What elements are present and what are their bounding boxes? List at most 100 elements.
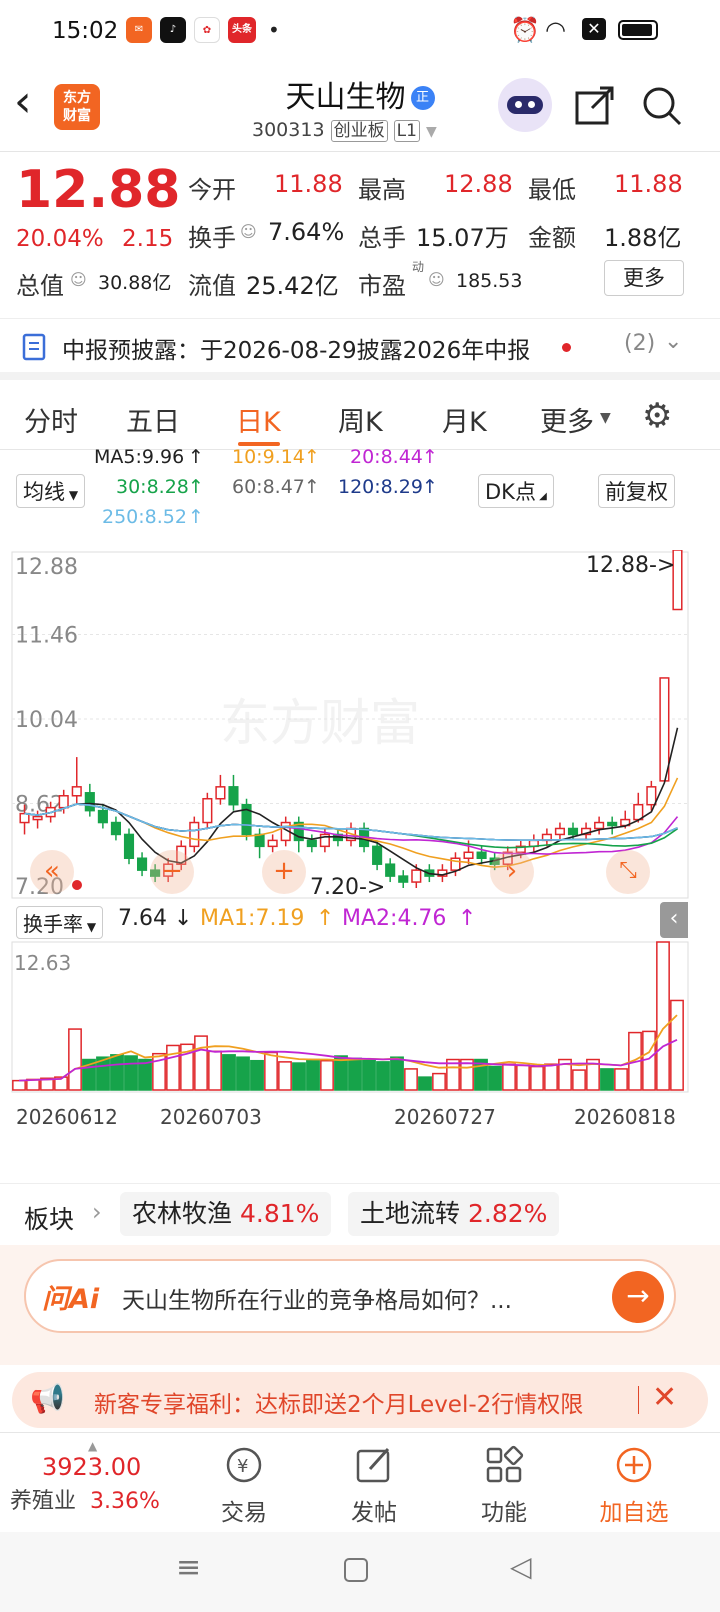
dk-button[interactable]: DK点 ◢ <box>478 474 554 508</box>
battery-icon <box>618 20 658 40</box>
candle-body <box>659 677 670 782</box>
pe-value: 185.53 <box>456 270 523 292</box>
turnover-ma1: MA1:7.19 <box>200 906 305 931</box>
info-icon[interactable]: ☺ <box>240 222 257 241</box>
dropdown-icon[interactable]: ▼ <box>426 124 437 140</box>
fullscreen-icon[interactable]: ⤡ <box>606 850 650 894</box>
watermark: 东方财富 <box>220 694 420 752</box>
collapse-panel-icon[interactable]: ‹ <box>660 902 688 938</box>
nav-back-icon[interactable]: ◁ <box>510 1550 532 1583</box>
candle-body <box>607 821 618 827</box>
tab-monthly[interactable]: 月K <box>442 400 487 439</box>
indicator-caret-icon: ▼ <box>83 920 97 934</box>
high-value: 12.88 <box>444 170 513 198</box>
dk-label: DK点 <box>485 480 536 504</box>
tab-minute[interactable]: 分时 <box>24 400 78 439</box>
ai-question-box[interactable]: 问Ai 天山生物所在行业的竞争格局如何？... → <box>24 1259 676 1333</box>
period-tabs: 分时 五日 日K 周K 月K 更多 ▼ ⚙ <box>0 382 720 450</box>
scroll-right-icon[interactable]: › <box>490 850 534 894</box>
trade-button[interactable]: ¥ 交易 <box>194 1445 294 1527</box>
dk-corner-icon: ◢ <box>535 491 547 502</box>
sector-label: 板块 <box>24 1205 75 1234</box>
turnover-bar <box>166 1044 180 1091</box>
tab-more-caret-icon: ▼ <box>600 410 611 426</box>
function-button[interactable]: 功能 <box>454 1445 554 1527</box>
ma20-arrow-icon: ↑ <box>422 446 438 468</box>
turnover-bar <box>250 1059 264 1091</box>
ma10-arrow-icon: ↑ <box>304 446 320 468</box>
turnover-bar <box>194 1035 208 1091</box>
ma-selector[interactable]: 均线 ▼ <box>16 474 86 508</box>
settings-gear-icon[interactable]: ⚙ <box>642 396 672 436</box>
candle-body <box>189 821 200 848</box>
tab-5day[interactable]: 五日 <box>126 400 180 439</box>
tab-more[interactable]: 更多 <box>540 400 594 439</box>
menu-icon[interactable]: ≡ <box>176 1550 201 1585</box>
turnover-value: 7.64% <box>268 218 345 246</box>
indicator-selector[interactable]: 换手率 ▼ <box>16 906 104 939</box>
turnover-bar <box>236 1056 250 1091</box>
candle-body <box>202 797 213 824</box>
chevron-down-icon[interactable]: ⌄ <box>664 329 682 354</box>
more-button[interactable]: 更多 <box>604 260 684 296</box>
promo-divider <box>638 1386 639 1414</box>
ma5-label: MA5:9.96 <box>94 446 185 468</box>
turnover-bar <box>124 1055 138 1091</box>
high-annotation: 12.88-> <box>586 553 675 578</box>
search-icon[interactable] <box>640 84 684 128</box>
y-tick-label: 10.04 <box>15 708 78 733</box>
date-label-2: 20260703 <box>160 1105 262 1129</box>
turnover-bar <box>670 999 684 1091</box>
index-widget[interactable]: ▲ 3923.00 养殖业 3.36% <box>10 1439 190 1515</box>
turnover-bar <box>544 1063 558 1091</box>
adjust-button[interactable]: 前复权 <box>598 474 675 508</box>
change-percent: 20.04% <box>16 226 104 252</box>
report-notice[interactable]: 中报预披露：于2026-08-29披露2026年中报 (2) ⌄ <box>0 318 720 380</box>
y-tick-label: 12.88 <box>15 555 78 580</box>
candle-body <box>97 809 108 824</box>
indicator-label: 换手率 <box>23 912 83 936</box>
mcap-info-icon[interactable]: ☺ <box>70 270 87 289</box>
low-value: 11.88 <box>614 170 683 198</box>
turnover-bar <box>516 1064 530 1091</box>
tab-weekly[interactable]: 周K <box>338 400 383 439</box>
edit-icon <box>356 1447 390 1483</box>
turnover-indicator[interactable]: 换手率 ▼ 7.64 ↓ MA1:7.19 ↑ MA2:4.76 ↑ ‹ 12.… <box>0 902 720 1180</box>
turnover-bar <box>432 1072 446 1091</box>
back-icon[interactable]: ‹ <box>14 76 32 127</box>
candle-body <box>554 827 566 836</box>
tab-daily[interactable]: 日K <box>236 400 281 439</box>
candle-body <box>385 863 396 877</box>
chevron-right-icon[interactable]: › <box>92 1198 102 1226</box>
sector-chip-2[interactable]: 土地流转 2.82% <box>348 1192 560 1236</box>
sector-chip-1[interactable]: 农林牧渔 4.81% <box>120 1192 332 1236</box>
zoom-in-icon[interactable]: + <box>262 850 306 894</box>
kline-chart[interactable]: 东方财富 12.88 11.46 10.04 8.62 7.20 12.88-> 7.20… <box>0 549 720 930</box>
ai-send-arrow-icon[interactable]: → <box>612 1271 664 1323</box>
post-button[interactable]: 发帖 <box>324 1445 424 1527</box>
home-icon[interactable] <box>344 1558 368 1582</box>
ai-logo: 问Ai <box>42 1284 100 1315</box>
turnover-bar <box>530 1065 544 1091</box>
y-tick-label: 11.46 <box>15 624 78 649</box>
candle-body <box>123 833 135 859</box>
close-icon[interactable]: ✕ <box>652 1380 677 1415</box>
share-icon[interactable] <box>574 84 616 126</box>
pe-info-icon[interactable]: ☺ <box>428 270 445 289</box>
turnover-ma2: MA2:4.76 <box>342 906 447 931</box>
status-bar: 15:02 ✉ ♪ ✿ 头条 • ⏰ ◠ ✕ <box>0 0 720 62</box>
promo-banner[interactable]: 📢 新客专享福利：达标即送2个月Level-2行情权限 ✕ <box>12 1372 708 1428</box>
zoom-out-icon[interactable]: − <box>150 850 194 894</box>
volume-value: 15.07万 <box>416 224 509 252</box>
amount-value: 1.88亿 <box>604 224 682 252</box>
candle-body <box>228 786 239 806</box>
eastmoney-logo[interactable]: 东方 财富 <box>54 84 100 130</box>
assistant-avatar-icon[interactable] <box>498 78 552 132</box>
turnover-bar <box>614 1068 628 1091</box>
add-watchlist-button[interactable]: 加自选 <box>584 1445 684 1527</box>
low-annotation: 7.20-> <box>310 875 385 900</box>
turnover-bar <box>208 1050 222 1091</box>
document-icon <box>22 333 46 361</box>
scroll-left-icon[interactable]: « <box>30 850 74 894</box>
candle-body <box>267 839 278 848</box>
